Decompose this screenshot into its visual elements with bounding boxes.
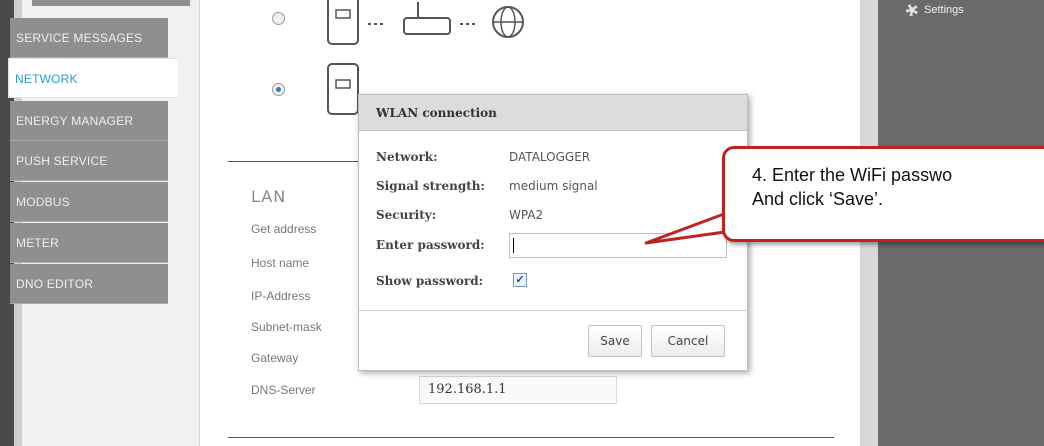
lan-label-subnet-mask: Subnet-mask bbox=[251, 320, 322, 334]
sidebar-item-top-partial[interactable] bbox=[32, 0, 190, 6]
sidebar-item-modbus[interactable]: MODBUS bbox=[10, 182, 168, 222]
connection-mode-radio-wlan[interactable] bbox=[272, 83, 285, 96]
lan-label-dns-server: DNS-Server bbox=[251, 383, 316, 397]
password-label: Enter password: bbox=[376, 238, 485, 252]
lan-connection-diagram-icon bbox=[327, 0, 524, 45]
dns-server-input[interactable]: 192.168.1.1 bbox=[419, 376, 617, 404]
lan-section-title: LAN bbox=[251, 187, 287, 206]
cancel-button[interactable]: Cancel bbox=[651, 325, 725, 357]
sidebar-item-energy-manager[interactable]: ENERGY MANAGER bbox=[10, 101, 168, 141]
dialog-header: WLAN connection bbox=[359, 95, 747, 131]
sidebar-item-meter[interactable]: METER bbox=[10, 223, 168, 263]
bottom-divider bbox=[228, 437, 834, 438]
text-caret bbox=[513, 238, 514, 253]
lan-label-ip-address: IP-Address bbox=[251, 289, 311, 303]
dialog-separator bbox=[359, 310, 747, 311]
show-password-label: Show password: bbox=[376, 274, 484, 288]
save-button[interactable]: Save bbox=[588, 325, 642, 357]
dialog-title: WLAN connection bbox=[376, 106, 497, 120]
callout-line-2: And click ‘Save’. bbox=[752, 189, 884, 209]
security-label: Security: bbox=[376, 208, 437, 222]
callout-line-1: 4. Enter the WiFi passwo bbox=[752, 165, 953, 185]
signal-strength-value: medium signal bbox=[509, 179, 598, 193]
settings-link[interactable]: Settings bbox=[906, 4, 964, 17]
show-password-checkbox[interactable]: ✓ bbox=[513, 273, 527, 287]
network-value: DATALOGGER bbox=[509, 150, 591, 164]
instruction-callout: 4. Enter the WiFi passwo And click ‘Save… bbox=[722, 146, 1044, 242]
network-label: Network: bbox=[376, 150, 438, 164]
lan-label-host-name: Host name bbox=[251, 256, 310, 270]
sidebar-item-network[interactable]: NETWORK bbox=[8, 58, 178, 98]
callout-pointer-joint bbox=[725, 206, 735, 224]
settings-label: Settings bbox=[924, 4, 964, 16]
security-value: WPA2 bbox=[509, 208, 544, 222]
connection-mode-radio-lan[interactable] bbox=[272, 12, 285, 25]
lan-label-gateway: Gateway bbox=[251, 351, 299, 365]
lan-label-get-address: Get address bbox=[251, 222, 317, 236]
sidebar-item-dno-editor[interactable]: DNO EDITOR bbox=[10, 264, 168, 304]
signal-strength-label: Signal strength: bbox=[376, 179, 485, 193]
sidebar-item-push-service[interactable]: PUSH SERVICE bbox=[10, 141, 168, 181]
section-divider bbox=[228, 161, 358, 162]
sidebar-item-service-messages[interactable]: SERVICE MESSAGES bbox=[10, 18, 168, 58]
gear-icon bbox=[906, 4, 918, 17]
